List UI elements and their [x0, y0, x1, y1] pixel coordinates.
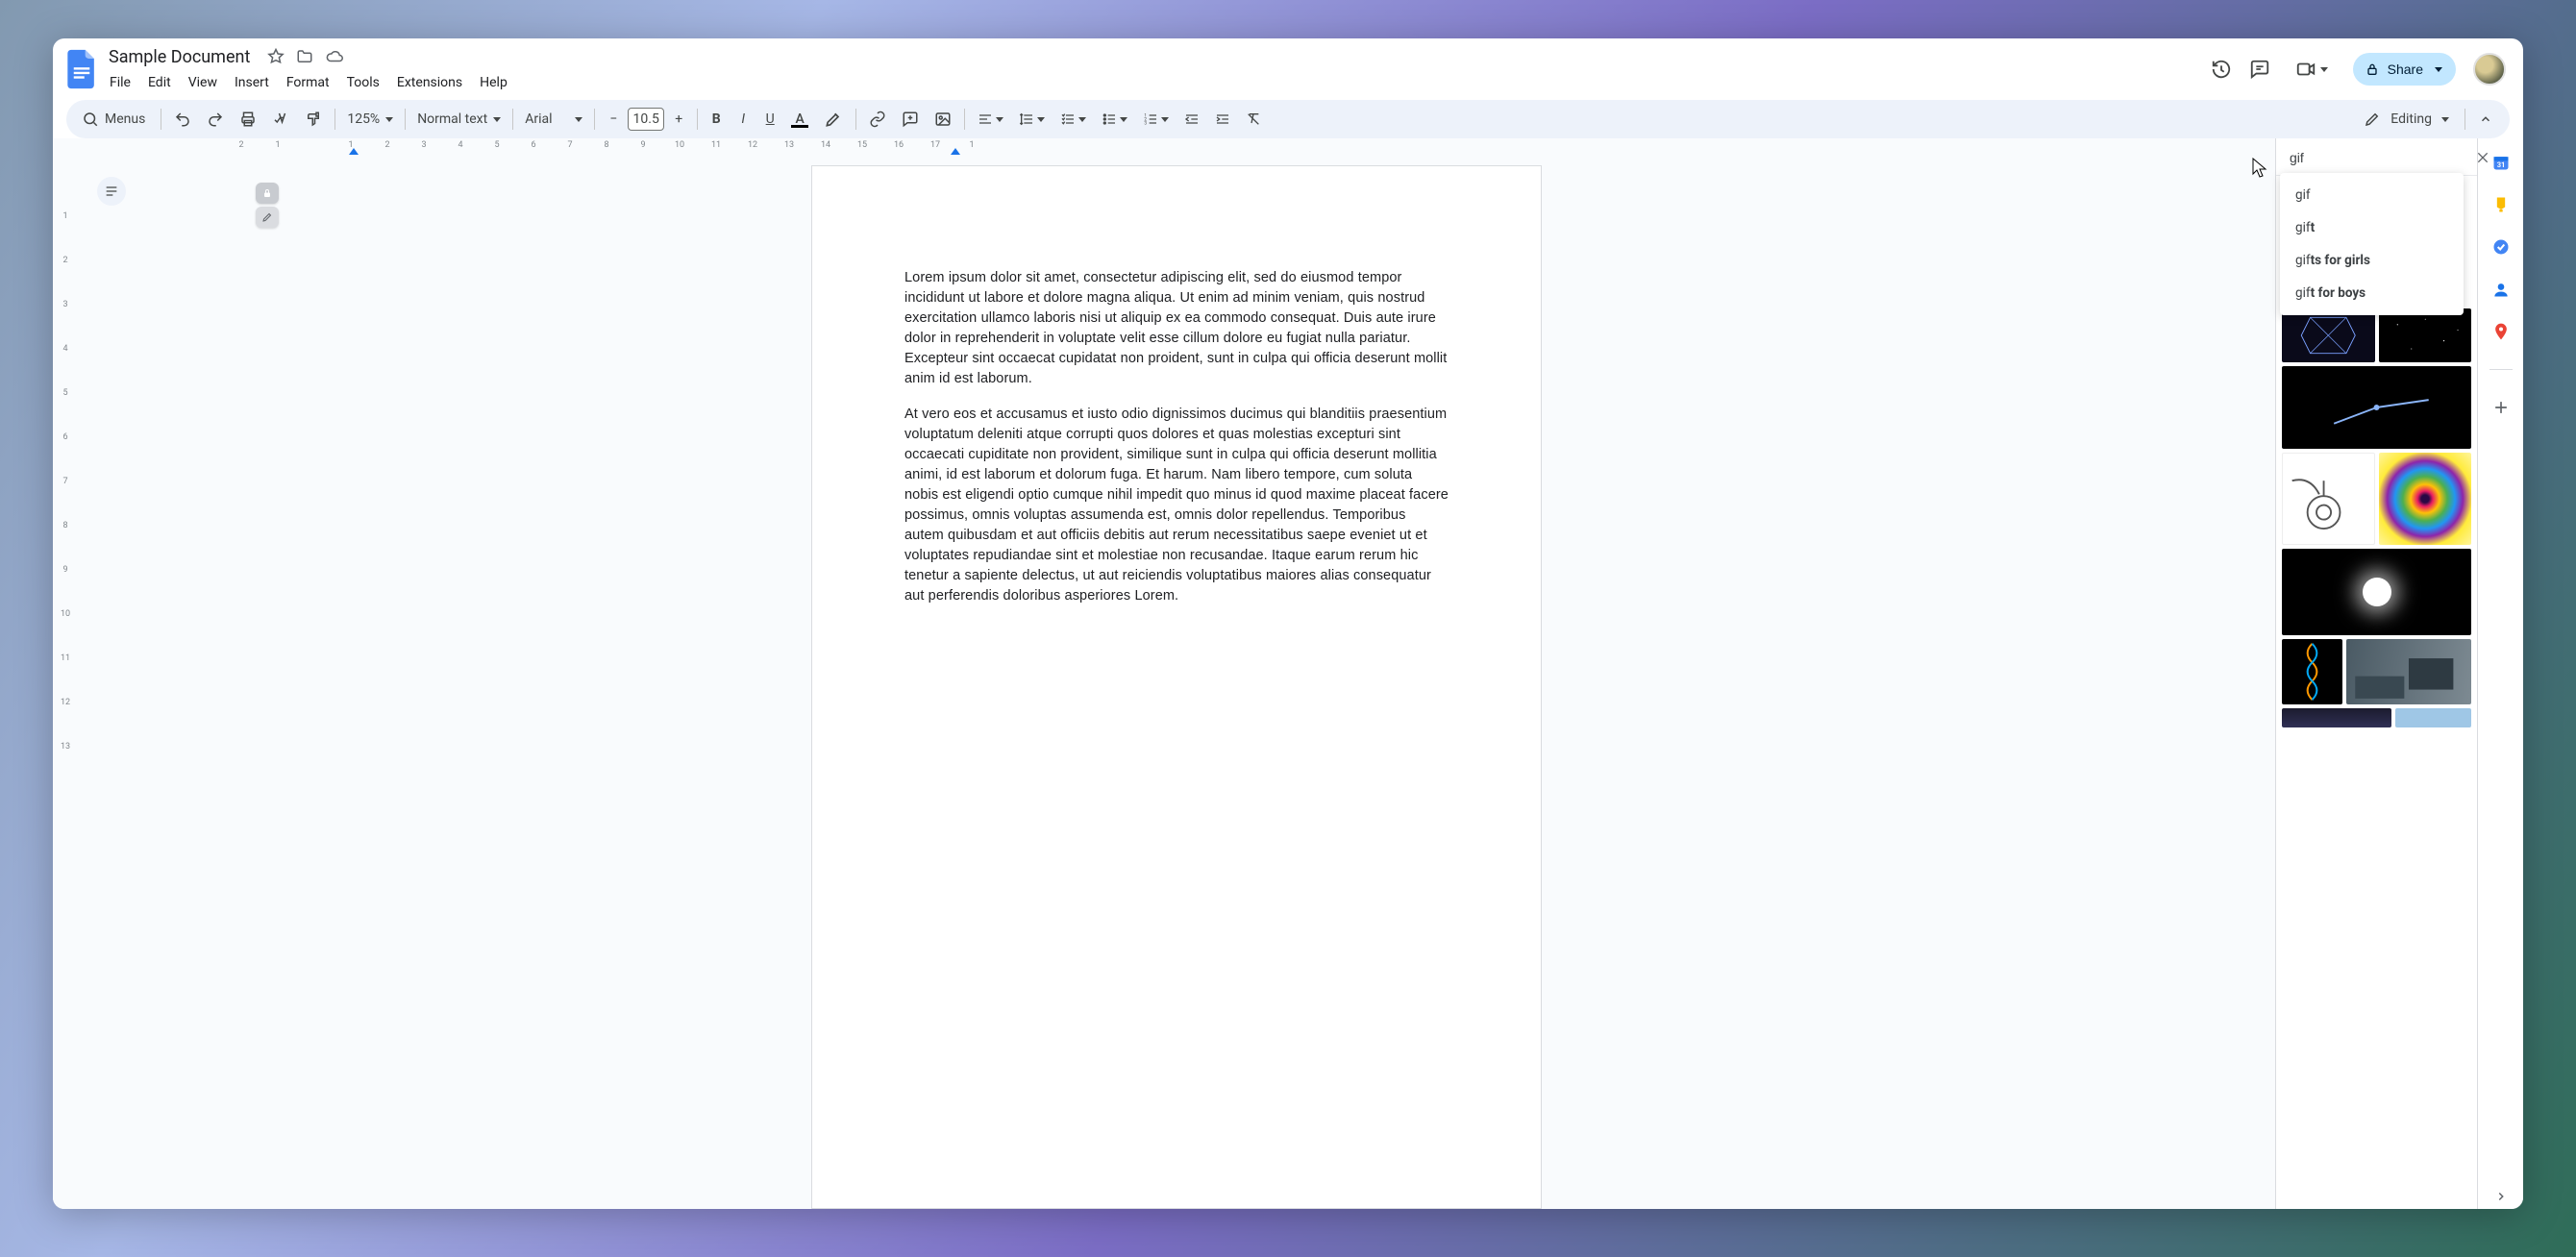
result-thumbnail[interactable] [2282, 549, 2471, 635]
move-icon[interactable] [296, 48, 313, 65]
menu-extensions[interactable]: Extensions [390, 71, 469, 94]
suggestion-item[interactable]: gift [2280, 211, 2464, 244]
keep-icon[interactable] [2490, 194, 2512, 215]
tasks-icon[interactable] [2490, 236, 2512, 258]
add-comment-button[interactable] [895, 105, 926, 134]
menu-tools[interactable]: Tools [340, 71, 386, 94]
result-thumbnail[interactable] [2282, 453, 2375, 545]
search-suggestions-list: gif gift gifts for girls gift for boys [2280, 173, 2464, 315]
result-thumbnail[interactable] [2282, 708, 2391, 727]
companion-bar: 31 [2477, 138, 2523, 1209]
paragraph[interactable]: At vero eos et accusamus et iusto odio d… [904, 405, 1449, 606]
app-window: Sample Document File Edit View Insert Fo… [53, 38, 2523, 1209]
font-size-decrease[interactable]: − [601, 106, 626, 133]
image-results-grid [2276, 303, 2477, 1209]
indent-decrease-button[interactable] [1177, 106, 1206, 133]
font-size-increase[interactable]: + [666, 106, 691, 133]
align-dropdown[interactable] [971, 106, 1010, 133]
highlight-color-button[interactable] [817, 104, 850, 135]
menu-insert[interactable]: Insert [228, 71, 276, 94]
docs-logo-icon[interactable] [62, 44, 101, 94]
checklist-dropdown[interactable] [1053, 106, 1093, 133]
contacts-icon[interactable] [2490, 279, 2512, 300]
document-title[interactable]: Sample Document [103, 45, 256, 69]
left-indent-marker[interactable] [349, 148, 359, 155]
zoom-dropdown[interactable]: 125% [341, 108, 399, 131]
document-page[interactable]: Lorem ipsum dolor sit amet, consectetur … [811, 165, 1542, 1209]
vertical-ruler[interactable]: 12345678910111213 [53, 138, 78, 1209]
maps-icon[interactable] [2490, 321, 2512, 342]
meet-dropdown[interactable] [2288, 53, 2336, 86]
menu-edit[interactable]: Edit [141, 71, 178, 94]
svg-text:31: 31 [2496, 160, 2505, 169]
numbered-list-dropdown[interactable]: 123 [1136, 106, 1176, 133]
collapse-toolbar-button[interactable] [2471, 109, 2500, 130]
close-icon[interactable] [2471, 146, 2494, 169]
result-thumbnail[interactable] [2346, 639, 2471, 704]
document-outline-button[interactable] [97, 177, 126, 206]
explore-side-panel: gif gift gifts for girls gift for boys [2275, 138, 2477, 1209]
cloud-status-icon[interactable] [325, 48, 344, 65]
paragraph-style-dropdown[interactable]: Normal text [411, 108, 507, 131]
bold-button[interactable]: B [704, 106, 729, 133]
line-spacing-dropdown[interactable] [1012, 106, 1052, 133]
italic-button[interactable]: I [731, 106, 755, 133]
paragraph[interactable]: Lorem ipsum dolor sit amet, consectetur … [904, 268, 1449, 389]
spellcheck-button[interactable] [265, 105, 296, 134]
pencil-margin-icon[interactable] [256, 207, 279, 228]
history-icon[interactable] [2211, 59, 2232, 80]
svg-text:3: 3 [1145, 120, 1148, 126]
comments-icon[interactable] [2249, 59, 2270, 80]
suggestion-item[interactable]: gifts for girls [2280, 244, 2464, 277]
lock-margin-icon[interactable] [256, 183, 279, 204]
menu-view[interactable]: View [182, 71, 224, 94]
margin-controls[interactable] [256, 183, 279, 228]
redo-button[interactable] [200, 105, 231, 134]
suggestion-item[interactable]: gif [2280, 179, 2464, 211]
result-thumbnail[interactable] [2379, 453, 2472, 545]
result-thumbnail[interactable] [2282, 639, 2342, 704]
horizontal-ruler[interactable]: 2112345678910111213141516171 [241, 138, 2275, 156]
right-indent-marker[interactable] [951, 148, 960, 155]
star-icon[interactable] [267, 48, 285, 65]
hide-companion-button[interactable] [2489, 1184, 2514, 1209]
toolbar: Menus 125% Normal text Arial − 10.5 + B … [66, 100, 2510, 138]
share-button[interactable]: Share [2353, 53, 2456, 86]
underline-button[interactable]: U [757, 106, 782, 133]
menu-file[interactable]: File [103, 71, 137, 94]
share-label: Share [2388, 62, 2423, 77]
menu-format[interactable]: Format [280, 71, 336, 94]
indent-increase-button[interactable] [1208, 106, 1237, 133]
paint-format-button[interactable] [298, 105, 329, 134]
add-addon-icon[interactable] [2490, 397, 2512, 418]
menus-search[interactable]: Menus [76, 107, 155, 132]
result-thumbnail[interactable] [2379, 308, 2472, 362]
clear-formatting-button[interactable] [1239, 106, 1268, 133]
menu-bar: File Edit View Insert Format Tools Exten… [103, 71, 514, 94]
undo-button[interactable] [167, 105, 198, 134]
suggestion-item[interactable]: gift for boys [2280, 277, 2464, 309]
account-avatar[interactable] [2473, 53, 2506, 86]
print-button[interactable] [233, 105, 263, 134]
text-color-button[interactable]: A [784, 106, 815, 134]
result-thumbnail[interactable] [2395, 708, 2471, 727]
font-size-input[interactable]: 10.5 [628, 108, 664, 131]
mouse-cursor-icon [2252, 158, 2267, 179]
result-thumbnail[interactable] [2282, 308, 2375, 362]
bulleted-list-dropdown[interactable] [1095, 106, 1134, 133]
header-bar: Sample Document File Edit View Insert Fo… [53, 38, 2523, 94]
insert-link-button[interactable] [862, 105, 893, 134]
insert-image-button[interactable] [928, 105, 958, 134]
editing-mode-dropdown[interactable]: Editing [2354, 107, 2459, 132]
menu-help[interactable]: Help [473, 71, 514, 94]
result-thumbnail[interactable] [2282, 366, 2471, 449]
explore-search-input[interactable] [2290, 150, 2464, 165]
font-family-dropdown[interactable]: Arial [519, 108, 588, 131]
